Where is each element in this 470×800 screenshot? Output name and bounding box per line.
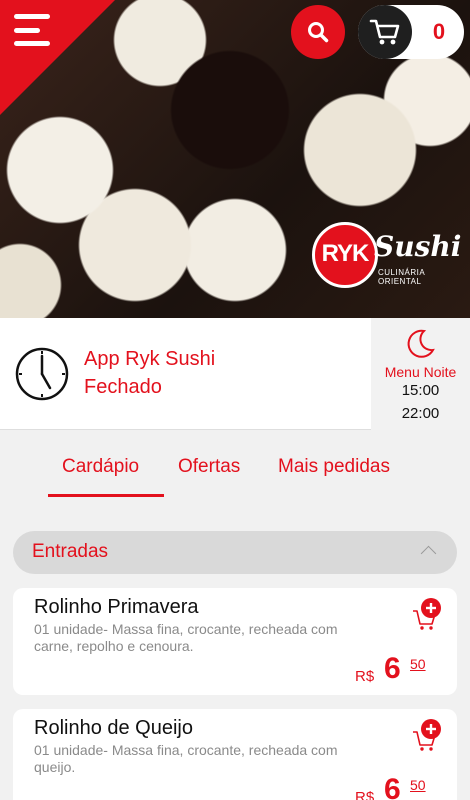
clock-icon xyxy=(15,347,69,401)
menu-tabs: Cardápio Ofertas Mais pedidas xyxy=(0,430,470,500)
logo-word: Sushi xyxy=(374,230,462,263)
chevron-up-icon xyxy=(420,545,437,562)
category-label: Entradas xyxy=(32,541,109,562)
moon-icon xyxy=(407,329,435,358)
cart-icon xyxy=(369,19,400,45)
tab-cardapio[interactable]: Cardápio xyxy=(62,456,139,478)
price-integer: 6 xyxy=(384,652,401,685)
price-currency: R$ xyxy=(355,668,375,685)
hero-banner: 0 RYK Sushi CULINÁRIA ORIENTAL xyxy=(0,0,470,318)
store-name: App Ryk Sushi xyxy=(84,348,216,370)
product-card[interactable]: Rolinho de Queijo 01 unidade- Massa fina… xyxy=(13,709,457,800)
cart-count: 0 xyxy=(432,19,446,44)
search-icon xyxy=(308,22,329,43)
product-description: 01 unidade- Massa fina, crocante, rechea… xyxy=(34,742,338,775)
menu-icon xyxy=(14,14,50,19)
search-button[interactable] xyxy=(291,5,345,59)
cart-button[interactable]: 0 xyxy=(358,5,464,59)
night-menu-hours: Menu Noite 15:00 22:00 xyxy=(371,318,470,430)
product-name: Rolinho Primavera xyxy=(34,596,199,618)
price-cents: 50 xyxy=(410,656,426,672)
price-currency: R$ xyxy=(355,789,375,800)
menu-button[interactable] xyxy=(14,14,50,46)
logo-mark: RYK xyxy=(312,222,378,288)
open-time: 15:00 xyxy=(401,382,440,399)
product-price: R$ 6 50 xyxy=(355,652,445,685)
price-cents: 50 xyxy=(410,777,426,793)
active-tab-indicator xyxy=(48,494,164,497)
product-description: 01 unidade- Massa fina, crocante, rechea… xyxy=(34,621,338,654)
logo-subtitle: CULINÁRIA ORIENTAL xyxy=(378,268,425,286)
store-open-state: Fechado xyxy=(84,376,162,398)
product-card[interactable]: Rolinho Primavera 01 unidade- Massa fina… xyxy=(13,588,457,695)
brand-logo: RYK Sushi CULINÁRIA ORIENTAL xyxy=(312,222,461,302)
add-to-cart-icon[interactable] xyxy=(411,718,443,752)
tab-ofertas[interactable]: Ofertas xyxy=(178,456,240,478)
product-price: R$ 6 50 xyxy=(355,773,445,800)
product-name: Rolinho de Queijo xyxy=(34,717,193,739)
category-header-entradas[interactable]: Entradas xyxy=(13,531,457,574)
night-menu-label: Menu Noite xyxy=(384,364,457,380)
store-status-bar: App Ryk Sushi Fechado Menu Noite 15:00 2… xyxy=(0,318,470,430)
add-to-cart-icon[interactable] xyxy=(411,597,443,631)
price-integer: 6 xyxy=(384,773,401,800)
cart-icon-wrap xyxy=(358,5,412,59)
tab-mais-pedidas[interactable]: Mais pedidas xyxy=(278,456,390,478)
close-time: 22:00 xyxy=(401,405,440,422)
